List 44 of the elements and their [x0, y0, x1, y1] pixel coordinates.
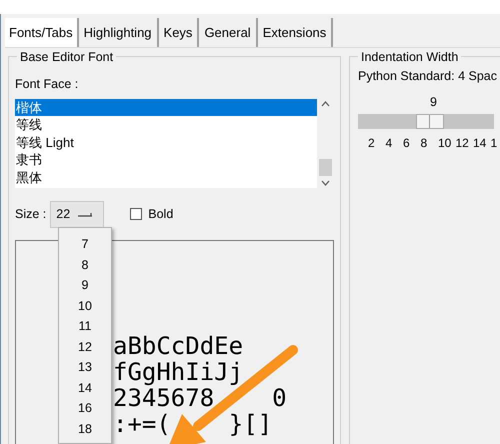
tick-label: 6: [403, 134, 411, 152]
sample-text: 2345678: [113, 386, 214, 410]
size-option[interactable]: 10: [78, 296, 92, 316]
tick-label: 4: [386, 134, 394, 152]
tick-label: 2: [368, 134, 376, 152]
scroll-up-icon[interactable]: [321, 100, 330, 107]
sample-text: fGgHhIiJj: [113, 360, 244, 384]
size-option[interactable]: 7: [82, 234, 88, 254]
bold-label: Bold: [148, 206, 174, 223]
size-option[interactable]: 18: [78, 418, 92, 439]
tick-label: 14: [473, 134, 488, 152]
font-list[interactable]: 楷体 等线 等线 Light 隶书 黑体: [15, 98, 317, 188]
size-option[interactable]: 16: [78, 398, 92, 418]
sample-text: 0: [272, 386, 287, 410]
size-option[interactable]: 12: [78, 336, 92, 357]
font-item[interactable]: 隶书: [15, 151, 317, 169]
size-option[interactable]: 14: [78, 378, 92, 398]
scroll-thumb[interactable]: [319, 158, 332, 176]
sample-text: :+=(: [113, 412, 171, 436]
indent-note: Python Standard: 4 Spac: [358, 68, 498, 85]
slider-value: 9: [430, 94, 438, 111]
font-item[interactable]: 等线 Light: [15, 134, 317, 152]
size-dropdown[interactable]: 22: [50, 200, 104, 228]
size-option[interactable]: 11: [78, 316, 92, 336]
sample-text: }[]: [228, 412, 272, 436]
dropdown-indicator-icon: [78, 212, 92, 217]
size-option[interactable]: 8: [82, 254, 88, 275]
tick-label: 10: [438, 134, 452, 152]
tick-label: 8: [420, 134, 428, 152]
bold-checkbox[interactable]: [130, 208, 142, 220]
scroll-down-icon[interactable]: [321, 180, 330, 186]
sample-text: aBbCcDdEe: [113, 334, 244, 358]
size-option[interactable]: 9: [82, 275, 88, 296]
tick-label: 1: [490, 134, 498, 152]
slider-track[interactable]: [358, 114, 494, 128]
slider-thumb[interactable]: [416, 114, 444, 128]
font-item[interactable]: 黑体: [15, 168, 317, 186]
tick-label: 12: [456, 134, 470, 152]
size-label: Size :: [15, 206, 46, 223]
size-option[interactable]: 13: [78, 357, 92, 378]
tab[interactable]: Fonts/Tabs: [5, 18, 79, 47]
font-item[interactable]: 等线: [15, 116, 317, 134]
font-item[interactable]: 楷体: [15, 98, 317, 116]
font-face-label: Font Face :: [15, 76, 80, 93]
